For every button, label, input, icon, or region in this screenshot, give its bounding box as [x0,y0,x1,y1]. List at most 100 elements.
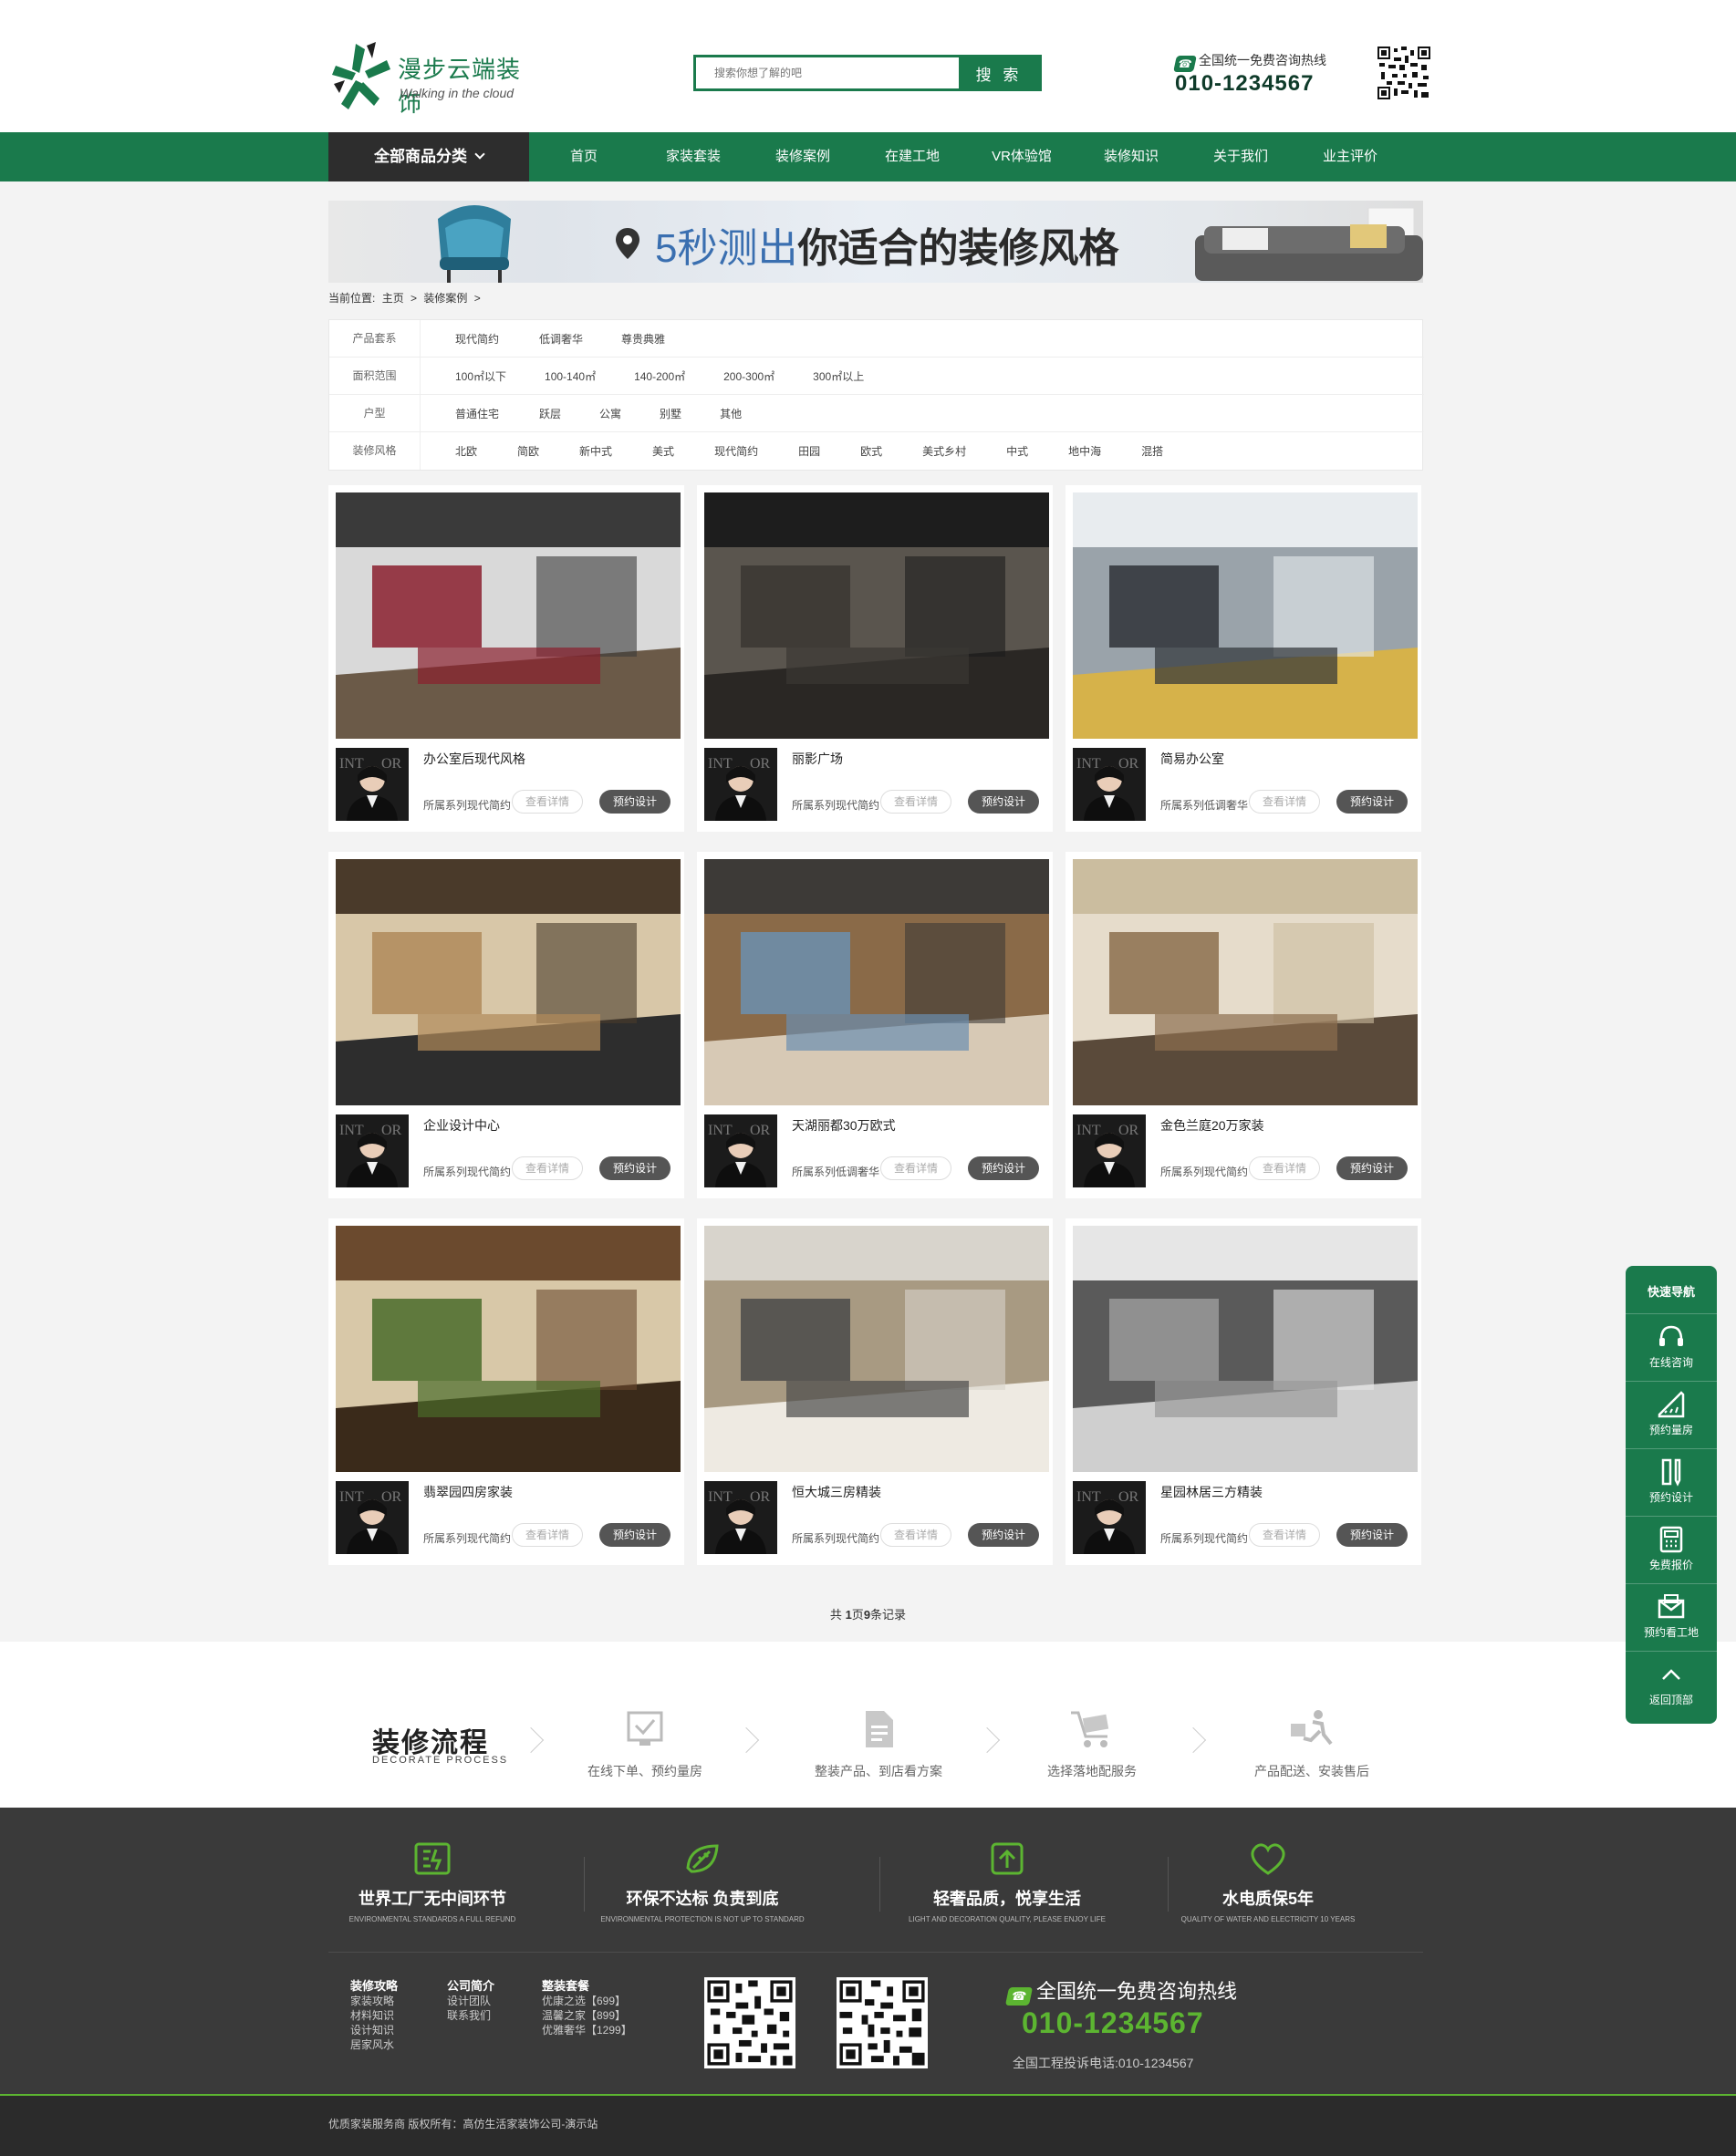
filter-option[interactable]: 简欧 [517,443,539,459]
nav-item-home[interactable]: 首页 [529,132,639,181]
case-card[interactable]: INT OR 办公室后现代风格 所属系列现代简约 查看详情 预约设计 [328,485,684,832]
nav-item-reviews[interactable]: 业主评价 [1295,132,1405,181]
case-title[interactable]: 办公室后现代风格 [423,750,525,768]
view-details-button[interactable]: 查看详情 [512,790,583,814]
case-card[interactable]: INT OR 简易办公室 所属系列低调奢华 查看详情 预约设计 [1066,485,1421,832]
filter-option[interactable]: 新中式 [579,443,612,459]
case-photo[interactable] [704,1226,1049,1472]
case-title[interactable]: 翡翠园四房家装 [423,1483,513,1501]
footer-link[interactable]: 材料知识 [350,2008,398,2023]
filter-option[interactable]: 北欧 [455,443,477,459]
nav-item-cases[interactable]: 装修案例 [748,132,858,181]
hotline-number: 010-1234567 [1175,71,1315,96]
filter-option[interactable]: 200-300㎡ [723,368,774,384]
search-input[interactable] [696,57,961,88]
footer-link[interactable]: 联系我们 [447,2008,494,2023]
case-card[interactable]: INT OR 企业设计中心 所属系列现代简约 查看详情 预约设计 [328,852,684,1198]
filter-option[interactable]: 美式乡村 [922,443,966,459]
case-card[interactable]: INT OR 金色兰庭20万家装 所属系列现代简约 查看详情 预约设计 [1066,852,1421,1198]
filter-option[interactable]: 现代简约 [455,331,499,347]
book-design-button[interactable]: 预约设计 [968,790,1039,814]
view-details-button[interactable]: 查看详情 [512,1156,583,1180]
case-photo[interactable] [1073,1226,1418,1472]
filter-option[interactable]: 100-140㎡ [545,368,596,384]
filter-option[interactable]: 混搭 [1141,443,1163,459]
quick-nav-measure[interactable]: 预约量房 [1626,1381,1717,1448]
case-card[interactable]: INT OR 丽影广场 所属系列现代简约 查看详情 预约设计 [697,485,1053,832]
view-details-button[interactable]: 查看详情 [1249,1156,1320,1180]
book-design-button[interactable]: 预约设计 [1336,1523,1408,1547]
all-categories-button[interactable]: 全部商品分类 [328,132,529,181]
nav-item-knowledge[interactable]: 装修知识 [1076,132,1186,181]
style-test-banner[interactable]: 5秒测出你适合的装修风格 [328,201,1423,283]
case-title[interactable]: 金色兰庭20万家装 [1160,1116,1264,1135]
filter-option[interactable]: 其他 [720,406,742,421]
filter-option[interactable]: 地中海 [1068,443,1101,459]
footer-link[interactable]: 温馨之家【899】 [542,2008,632,2023]
filter-option[interactable]: 中式 [1006,443,1028,459]
quick-nav-quote[interactable]: 免费报价 [1626,1516,1717,1583]
case-photo[interactable] [336,492,681,739]
quick-nav-consult[interactable]: 在线咨询 [1626,1313,1717,1381]
quick-nav-site-visit[interactable]: 预约看工地 [1626,1583,1717,1651]
view-details-button[interactable]: 查看详情 [1249,790,1320,814]
case-title[interactable]: 简易办公室 [1160,750,1224,768]
case-title[interactable]: 星园林居三方精装 [1160,1483,1263,1501]
breadcrumb-cases[interactable]: 装修案例 [423,292,467,305]
filter-option[interactable]: 欧式 [860,443,882,459]
book-design-button[interactable]: 预约设计 [599,790,670,814]
case-photo[interactable] [1073,859,1418,1105]
footer-link[interactable]: 设计团队 [447,1994,494,2008]
footer-link[interactable]: 家装攻略 [350,1994,398,2008]
case-title[interactable]: 天湖丽都30万欧式 [792,1116,896,1135]
filter-option[interactable]: 现代简约 [714,443,758,459]
nav-item-about[interactable]: 关于我们 [1186,132,1295,181]
case-card[interactable]: INT OR 星园林居三方精装 所属系列现代简约 查看详情 预约设计 [1066,1218,1421,1565]
case-photo[interactable] [336,859,681,1105]
case-card[interactable]: INT OR 恒大城三房精装 所属系列现代简约 查看详情 预约设计 [697,1218,1053,1565]
case-photo[interactable] [704,859,1049,1105]
logo[interactable]: 漫步云端装饰 Walking in the cloud [328,40,538,117]
breadcrumb-home[interactable]: 主页 [382,292,404,305]
case-title[interactable]: 恒大城三房精装 [792,1483,881,1501]
footer-link[interactable]: 居家风水 [350,2037,398,2052]
view-details-button[interactable]: 查看详情 [880,1523,951,1547]
back-to-top-button[interactable]: 返回顶部 [1626,1651,1717,1718]
filter-option[interactable]: 美式 [652,443,674,459]
case-photo[interactable] [336,1226,681,1472]
filter-option[interactable]: 田园 [798,443,820,459]
search-button[interactable]: 搜 索 [959,57,1039,88]
nav-item-packages[interactable]: 家装套装 [639,132,748,181]
case-title[interactable]: 丽影广场 [792,750,843,768]
case-photo[interactable] [704,492,1049,739]
filter-option[interactable]: 别墅 [660,406,681,421]
filter-option[interactable]: 公寓 [599,406,621,421]
case-card[interactable]: INT OR 翡翠园四房家装 所属系列现代简约 查看详情 预约设计 [328,1218,684,1565]
nav-item-sites[interactable]: 在建工地 [858,132,967,181]
filter-option[interactable]: 100㎡以下 [455,368,506,384]
book-design-button[interactable]: 预约设计 [1336,1156,1408,1180]
book-design-button[interactable]: 预约设计 [968,1156,1039,1180]
filter-option[interactable]: 普通住宅 [455,406,499,421]
view-details-button[interactable]: 查看详情 [1249,1523,1320,1547]
view-details-button[interactable]: 查看详情 [512,1523,583,1547]
filter-option[interactable]: 低调奢华 [539,331,583,347]
nav-item-vr[interactable]: VR体验馆 [967,132,1076,181]
filter-option[interactable]: 140-200㎡ [634,368,685,384]
footer-link[interactable]: 设计知识 [350,2023,398,2037]
case-title[interactable]: 企业设计中心 [423,1116,500,1135]
view-details-button[interactable]: 查看详情 [880,1156,951,1180]
book-design-button[interactable]: 预约设计 [599,1156,670,1180]
footer-link[interactable]: 优雅奢华【1299】 [542,2023,632,2037]
footer-link[interactable]: 优康之选【699】 [542,1994,632,2008]
book-design-button[interactable]: 预约设计 [968,1523,1039,1547]
quick-nav-design[interactable]: 预约设计 [1626,1448,1717,1516]
case-card[interactable]: INT OR 天湖丽都30万欧式 所属系列低调奢华 查看详情 预约设计 [697,852,1053,1198]
book-design-button[interactable]: 预约设计 [1336,790,1408,814]
view-details-button[interactable]: 查看详情 [880,790,951,814]
filter-option[interactable]: 尊贵典雅 [621,331,665,347]
case-photo[interactable] [1073,492,1418,739]
book-design-button[interactable]: 预约设计 [599,1523,670,1547]
filter-option[interactable]: 跃层 [539,406,561,421]
filter-option[interactable]: 300㎡以上 [813,368,864,384]
